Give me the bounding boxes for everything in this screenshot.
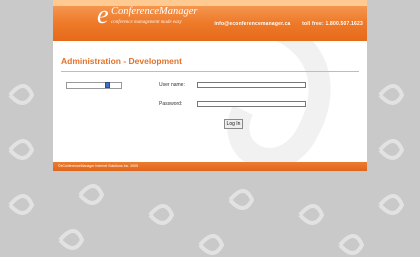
copyright-text: ©eConferenceManager Internet Solutions I… bbox=[58, 164, 139, 168]
logo-letter: e bbox=[97, 0, 109, 29]
logo-name: ConferenceManager bbox=[111, 6, 198, 17]
language-select-button[interactable] bbox=[105, 82, 110, 88]
password-label: Password: bbox=[159, 101, 183, 107]
username-input[interactable] bbox=[197, 82, 306, 88]
contact-info: info@econferencemanager.ca toll free: 1.… bbox=[214, 21, 363, 27]
site-footer: ©eConferenceManager Internet Solutions I… bbox=[53, 162, 367, 171]
login-button[interactable]: Log In bbox=[224, 119, 243, 129]
logo-tagline: conference management made easy bbox=[111, 20, 182, 25]
site-header: e ConferenceManager conference managemen… bbox=[53, 0, 367, 41]
language-select[interactable] bbox=[66, 82, 122, 89]
password-input[interactable] bbox=[197, 101, 306, 107]
title-divider bbox=[61, 71, 359, 72]
contact-email[interactable]: info@econferencemanager.ca bbox=[214, 21, 290, 27]
username-label: User name: bbox=[159, 82, 185, 88]
page-title: Administration - Development bbox=[61, 56, 182, 66]
login-page: e ConferenceManager conference managemen… bbox=[53, 0, 367, 171]
contact-phone: toll free: 1.800.507.1623 bbox=[302, 21, 363, 27]
site-logo[interactable]: e ConferenceManager conference managemen… bbox=[97, 0, 217, 33]
